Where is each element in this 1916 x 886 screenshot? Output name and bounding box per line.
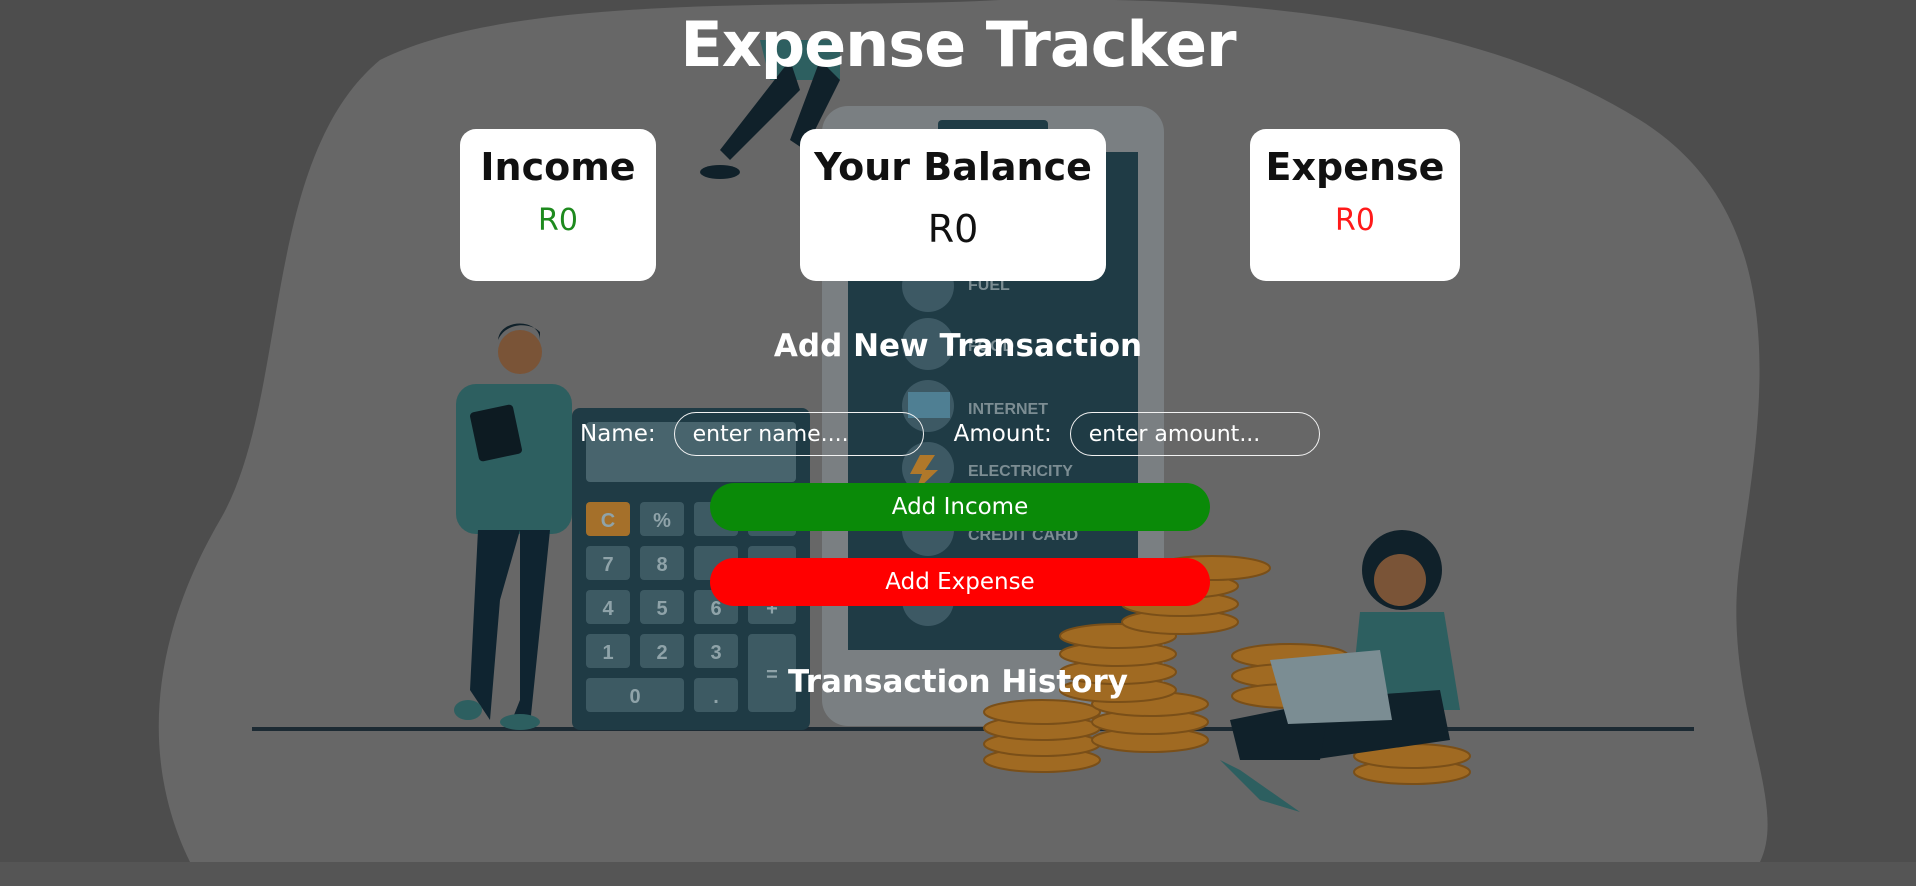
income-label: Income xyxy=(480,145,636,189)
calc-key: C xyxy=(601,510,615,532)
app-stage: FUEL FOOD INTERNET ELECTRICITY CREDIT CA… xyxy=(0,0,1916,886)
calc-key: 1 xyxy=(602,642,613,664)
balance-label: Your Balance xyxy=(814,145,1092,189)
expense-label: Expense xyxy=(1265,145,1445,189)
add-expense-button[interactable]: Add Expense xyxy=(710,558,1210,606)
expense-card: Expense R0 xyxy=(1250,129,1460,281)
add-transaction-heading: Add New Transaction xyxy=(773,328,1143,364)
amount-input[interactable] xyxy=(1069,412,1320,456)
calc-key: 3 xyxy=(710,642,721,664)
transaction-history-heading: Transaction History xyxy=(787,664,1128,700)
calc-key: 5 xyxy=(656,598,667,620)
balance-card: Your Balance R0 xyxy=(800,129,1106,281)
amount-label: Amount: xyxy=(953,421,1052,447)
footer-strip xyxy=(0,862,1916,886)
transaction-form-row: Name: Amount: xyxy=(580,410,1320,458)
calc-key: 4 xyxy=(602,598,614,620)
income-card: Income R0 xyxy=(460,129,656,281)
income-value: R0 xyxy=(538,203,578,238)
name-label: Name: xyxy=(580,421,656,447)
expense-value: R0 xyxy=(1335,203,1375,238)
name-input[interactable] xyxy=(673,412,924,456)
calc-key: % xyxy=(653,510,671,532)
calc-key: 7 xyxy=(602,554,613,576)
calc-key: 8 xyxy=(656,554,667,576)
phone-menu-electricity: ELECTRICITY xyxy=(968,463,1073,480)
balance-value: R0 xyxy=(927,207,979,251)
calc-key: 2 xyxy=(656,642,667,664)
add-income-button[interactable]: Add Income xyxy=(710,483,1210,531)
page-title: Expense Tracker xyxy=(680,8,1236,81)
